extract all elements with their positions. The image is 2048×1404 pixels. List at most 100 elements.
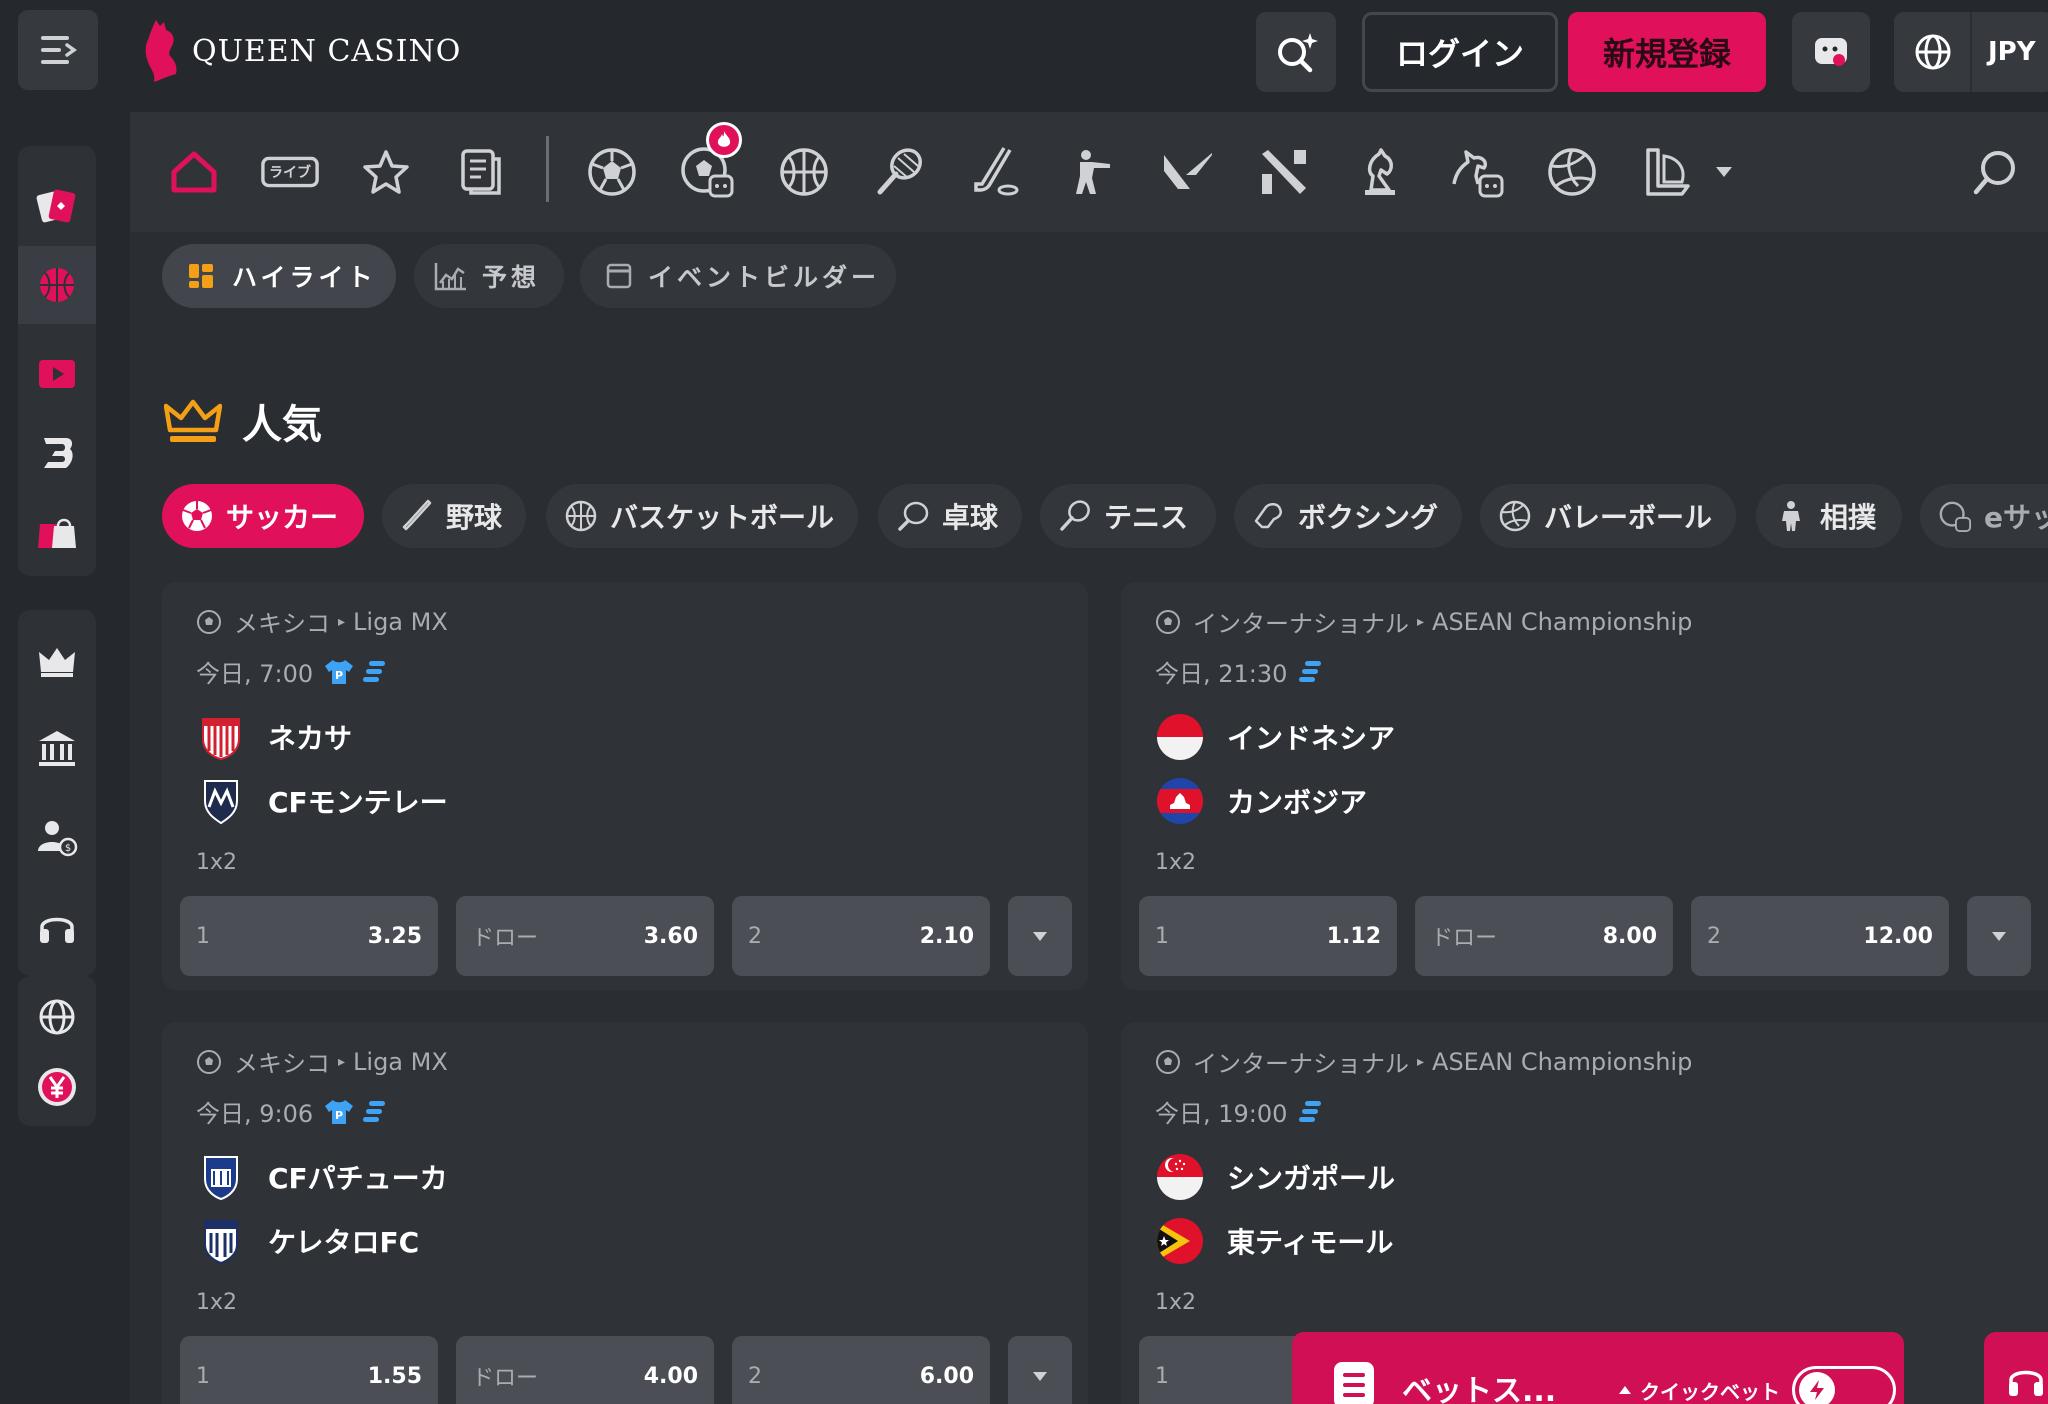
filter-table-tennis[interactable]: 卓球	[878, 484, 1022, 548]
home-team-name: ネカサ	[268, 722, 353, 755]
odds-button-draw[interactable]: ドロー 3.60	[456, 896, 714, 976]
register-button[interactable]: 新規登録	[1568, 12, 1766, 92]
soccer-icon	[182, 501, 212, 531]
more-markets-button[interactable]	[1967, 896, 2031, 976]
odds-button-home[interactable]: 1 1.12	[1139, 896, 1397, 976]
filter-esoccer-label: eサッ	[1984, 501, 2048, 534]
more-markets-button[interactable]	[1008, 1336, 1072, 1404]
odds-button-away[interactable]: 2 6.00	[732, 1336, 990, 1404]
rail-item-sports[interactable]	[18, 246, 96, 324]
sport-nav-live[interactable]: ライブ	[260, 142, 320, 202]
sport-nav-ice-hockey[interactable]	[966, 142, 1026, 202]
sport-nav-virtual-soccer[interactable]	[678, 122, 742, 202]
filter-volleyball-label: バレーボール	[1544, 501, 1713, 534]
odds-button-draw[interactable]: ドロー 4.00	[456, 1336, 714, 1404]
country-name: メキシコ	[234, 1050, 330, 1078]
sport-nav-counter-strike[interactable]	[1062, 142, 1122, 202]
sport-nav-virtual-horse-racing[interactable]	[1446, 142, 1506, 202]
sport-nav-tennis[interactable]	[870, 142, 930, 202]
sport-nav-volleyball[interactable]	[1542, 142, 1602, 202]
filter-volleyball[interactable]: バレーボール	[1480, 484, 1736, 548]
rail-item-language[interactable]	[18, 978, 96, 1056]
globe-icon	[1915, 34, 1951, 70]
top-bar: QUEEN CASINO ログイン 新規登録 JPY	[0, 0, 2048, 112]
filter-esoccer[interactable]: eサッ	[1920, 484, 2048, 548]
more-markets-button[interactable]	[1008, 896, 1072, 976]
league-breadcrumb[interactable]: メキシコ ▸ Liga MX	[196, 1044, 448, 1079]
breadcrumb-separator: ▸	[338, 1053, 346, 1070]
sport-nav-home[interactable]	[164, 142, 224, 202]
stats-icon	[1299, 660, 1322, 682]
tab-predictions-label: 予想	[482, 263, 541, 292]
tab-event-builder[interactable]: イベントビルダー	[580, 244, 896, 308]
market-name: 1x2	[1155, 1290, 1197, 1315]
match-card[interactable]: メキシコ ▸ Liga MX 今日, 9:06 P CFパチューカ ケレタロFC…	[162, 1022, 1088, 1404]
filter-basketball[interactable]: バスケットボール	[546, 484, 858, 548]
away-team-name: ケレタロFC	[268, 1226, 420, 1259]
rail-item-vip[interactable]	[18, 622, 96, 700]
match-card[interactable]: インターナショナル ▸ ASEAN Championship 今日, 21:30…	[1121, 582, 2048, 990]
tab-highlights[interactable]: ハイライト	[162, 244, 396, 308]
sport-nav-league-of-legends[interactable]	[1638, 142, 1698, 202]
sport-nav-valorant[interactable]	[1158, 142, 1218, 202]
sport-nav-soccer[interactable]	[582, 142, 642, 202]
star-icon	[363, 150, 409, 194]
home-team: インドネシア	[1155, 712, 1395, 762]
cambodia-flag-icon	[1157, 778, 1203, 824]
chess-icon	[1365, 148, 1395, 195]
rail-item-live-casino[interactable]	[18, 336, 96, 414]
odds-label: 2	[1707, 923, 1721, 949]
support-chat-button[interactable]	[1792, 12, 1870, 92]
odds-button-home[interactable]: 1 1.55	[180, 1336, 438, 1404]
filter-sumo[interactable]: 相撲	[1756, 484, 1902, 548]
lineup-shirt-icon: P	[325, 659, 354, 684]
filter-tennis[interactable]: テニス	[1040, 484, 1216, 548]
odds-button-away[interactable]: 2 12.00	[1691, 896, 1949, 976]
rail-item-support[interactable]	[18, 888, 96, 966]
sport-nav-betslip-history[interactable]	[452, 142, 512, 202]
rail-item-promotions[interactable]	[18, 492, 96, 570]
match-time: 今日, 19:00	[1155, 1100, 1288, 1128]
league-breadcrumb[interactable]: インターナショナル ▸ ASEAN Championship	[1155, 604, 1692, 639]
odds-label: 1	[1155, 1363, 1169, 1389]
support-float-button[interactable]	[1984, 1332, 2048, 1404]
league-name: Liga MX	[353, 1047, 448, 1076]
filter-baseball[interactable]: 野球	[382, 484, 526, 548]
odds-button-home[interactable]: 1 3.25	[180, 896, 438, 976]
sport-nav-more-dropdown[interactable]	[1704, 142, 1744, 202]
tab-predictions[interactable]: 予想	[414, 244, 564, 308]
league-breadcrumb[interactable]: メキシコ ▸ Liga MX	[196, 604, 448, 639]
league-breadcrumb[interactable]: インターナショナル ▸ ASEAN Championship	[1155, 1044, 1692, 1079]
filter-soccer[interactable]: サッカー	[162, 484, 364, 548]
search-spark-button[interactable]	[1256, 12, 1336, 92]
sport-nav-favorites[interactable]	[356, 142, 416, 202]
odds-button-draw[interactable]: ドロー 8.00	[1415, 896, 1673, 976]
sport-nav-basketball[interactable]	[774, 142, 834, 202]
odds-value: 2.10	[919, 923, 974, 949]
rail-item-currency[interactable]	[18, 1048, 96, 1126]
odds-label: 1	[196, 923, 210, 949]
sport-nav-search[interactable]	[1966, 142, 2026, 202]
basketball-icon	[565, 500, 597, 532]
sport-nav-dota[interactable]	[1254, 142, 1314, 202]
sport-nav-chess[interactable]	[1350, 142, 1410, 202]
menu-button[interactable]	[18, 10, 98, 90]
rail-item-banking[interactable]	[18, 710, 96, 788]
match-card[interactable]: メキシコ ▸ Liga MX 今日, 7:00 P ネカサ CFモンテレー 1x…	[162, 582, 1088, 990]
odds-value: 6.00	[919, 1363, 974, 1389]
quickbet-toggle[interactable]	[1792, 1366, 1896, 1404]
home-icon	[171, 151, 217, 193]
login-button[interactable]: ログイン	[1362, 12, 1558, 92]
market-name: 1x2	[196, 1290, 238, 1315]
caret-down-icon	[1033, 1372, 1047, 1381]
language-currency-button[interactable]: JPY	[1894, 12, 2048, 92]
rail-item-affiliate[interactable]: $	[18, 798, 96, 876]
odds-button-away[interactable]: 2 2.10	[732, 896, 990, 976]
betslip-bar[interactable]: ベットス... クイックベット	[1292, 1332, 1904, 1404]
ping-pong-icon	[898, 501, 929, 531]
filter-boxing[interactable]: ボクシング	[1234, 484, 1462, 548]
brand-logo[interactable]: QUEEN CASINO	[138, 16, 461, 86]
rail-item-bonus-games[interactable]	[18, 414, 96, 492]
rail-item-casino[interactable]	[18, 168, 96, 246]
horse-bot-icon	[1452, 150, 1504, 198]
